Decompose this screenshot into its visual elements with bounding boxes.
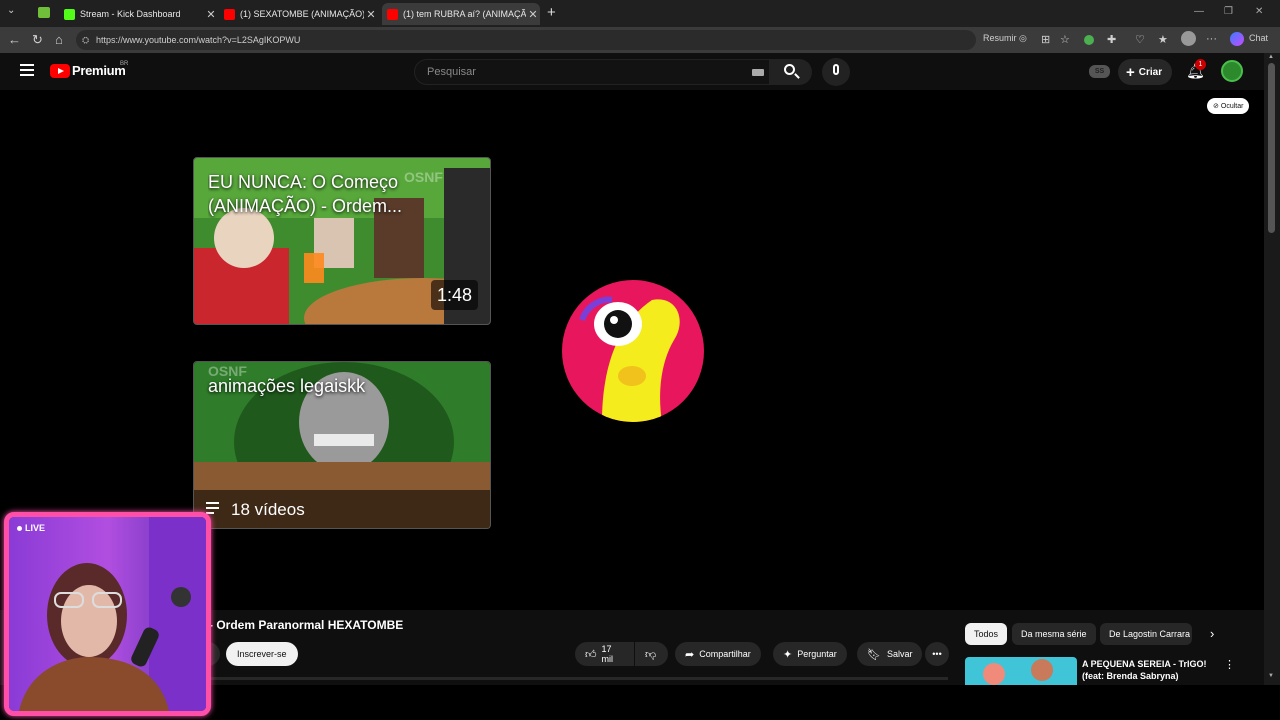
chip-from-channel[interactable]: De Lagostin Carrara <box>1100 623 1192 645</box>
chevron-right-icon[interactable]: › <box>1210 626 1214 641</box>
webcam-overlay: LIVE <box>4 512 211 716</box>
related-video-title[interactable]: A PEQUENA SEREIA - TrIGO! (feat: Brenda … <box>1082 658 1210 682</box>
video-title: - Ordem Paranormal HEXATOMBE <box>209 618 404 632</box>
more-horizontal-icon: ••• <box>932 649 942 659</box>
browser-essentials-icon[interactable]: ♡ <box>1135 33 1145 46</box>
endscreen-video-card[interactable]: OSNF EU NUNCA: O Começo (ANIMAÇÃO) - Ord… <box>193 157 491 325</box>
minimize-icon[interactable]: — <box>1194 6 1204 17</box>
youtube-header: Premium BR Pesquisar SS + Criar 🔔︎ 1 <box>0 53 1264 90</box>
page-scrollbar[interactable]: ▲ ▼ <box>1264 53 1280 685</box>
endscreen-video-title: EU NUNCA: O Começo (ANIMAÇÃO) - Ordem... <box>208 172 403 216</box>
close-tab-icon[interactable]: ✕ <box>364 8 378 21</box>
scrollbar-thumb[interactable] <box>1268 63 1275 233</box>
live-badge: LIVE <box>17 523 45 533</box>
save-button[interactable]: 🔖︎ Salvar <box>857 642 923 666</box>
playlist-icon <box>206 502 219 514</box>
profile-chip[interactable]: SS <box>1089 65 1110 78</box>
dislike-button[interactable]: 👎︎ <box>635 642 668 666</box>
address-bar-row: ← ↻ ⌂ ⛭ https://www.youtube.com/watch?v=… <box>0 27 1280 53</box>
new-tab-button[interactable]: + <box>547 4 556 21</box>
youtube-logo-text[interactable]: Premium <box>72 63 126 78</box>
copilot-icon[interactable] <box>1230 32 1244 46</box>
share-arrow-icon: ➦ <box>685 648 695 661</box>
tab-kick-dashboard[interactable]: Stream - Kick Dashboard ✕ <box>64 3 218 25</box>
menu-icon[interactable] <box>20 64 34 76</box>
extensions-puzzle-icon[interactable]: ✚ <box>1107 33 1116 46</box>
chip-same-series[interactable]: Da mesma série <box>1012 623 1096 645</box>
chat-button[interactable]: Chat <box>1249 33 1268 43</box>
playlist-video-count: 18 vídeos <box>231 500 305 519</box>
region-code: BR <box>120 61 129 67</box>
scroll-down-arrow-icon[interactable]: ▼ <box>1268 673 1274 679</box>
restore-icon[interactable]: ❐ <box>1224 6 1233 17</box>
bookmark-icon: 🔖︎ <box>867 648 881 661</box>
thumbs-down-icon: 👎︎ <box>645 648 657 661</box>
summarize-icon: ◎ <box>1019 33 1027 43</box>
tab-tem-rubra[interactable]: (1) tem RUBRA aí? (ANIMAÇÃO) - ✕ <box>382 3 540 25</box>
url-field[interactable]: ⛭ https://www.youtube.com/watch?v=L2SAgI… <box>76 30 976 50</box>
profile-avatar[interactable] <box>1181 31 1196 46</box>
youtube-favicon-icon <box>224 8 235 20</box>
close-tab-icon[interactable]: ✕ <box>526 8 540 21</box>
extension-icon[interactable] <box>1084 35 1094 45</box>
more-actions-button[interactable]: ••• <box>925 642 949 666</box>
hide-button[interactable]: ⊘ Ocultar <box>1207 98 1250 114</box>
close-window-icon[interactable]: ✕ <box>1255 6 1263 17</box>
refresh-icon[interactable]: ↻ <box>32 32 43 48</box>
webcam-feed <box>9 517 206 711</box>
site-info-icon[interactable]: ⛭ <box>82 30 89 50</box>
thumbs-up-icon: 👍︎ <box>585 648 597 661</box>
youtube-logo-icon[interactable] <box>50 64 70 78</box>
microphone-icon <box>833 64 839 75</box>
live-dot-icon <box>17 525 22 531</box>
like-button[interactable]: 👍︎ 17 mil <box>575 642 634 666</box>
youtube-favicon-icon <box>387 8 398 20</box>
share-button[interactable]: ➦ Compartilhar <box>675 642 761 666</box>
more-options-icon[interactable]: ··· <box>1206 33 1217 45</box>
back-icon[interactable]: ← <box>8 32 21 47</box>
search-input[interactable]: Pesquisar <box>414 59 770 85</box>
summarize-button[interactable]: Resumir ◎ <box>983 33 1027 44</box>
account-avatar[interactable] <box>1221 60 1243 82</box>
divider <box>205 677 948 680</box>
subscribe-button[interactable]: Inscrever-se <box>226 642 298 666</box>
workspaces-icon[interactable] <box>38 7 50 18</box>
kick-favicon-icon <box>64 8 75 20</box>
search-button[interactable] <box>770 59 812 85</box>
voice-search-button[interactable] <box>822 58 850 86</box>
home-icon[interactable]: ⌂ <box>55 32 63 47</box>
chip-all[interactable]: Todos <box>965 623 1008 645</box>
channel-subscribe-avatar[interactable] <box>562 280 704 422</box>
related-video-thumbnail[interactable] <box>965 657 1077 685</box>
scroll-up-arrow-icon[interactable]: ▲ <box>1268 54 1274 60</box>
plus-icon: + <box>1126 63 1135 81</box>
endscreen-playlist-card[interactable]: OSNF animações legaiskk 18 vídeos <box>193 361 491 529</box>
keyboard-icon[interactable] <box>752 69 764 76</box>
channel-mascot-image <box>579 296 680 422</box>
favorites-icon[interactable]: ★ <box>1158 33 1168 46</box>
sparkle-icon: ✦ <box>783 648 793 661</box>
ask-button[interactable]: ✦ Perguntar <box>773 642 847 666</box>
create-button[interactable]: + Criar <box>1118 59 1173 85</box>
tab-sexatombe[interactable]: (1) SEXATOMBE (ANIMAÇÃO) - Or ✕ <box>224 3 378 25</box>
video-duration: 1:48 <box>430 280 478 310</box>
browser-tab-strip: ⌄ Stream - Kick Dashboard ✕ (1) SEXATOMB… <box>0 0 1280 27</box>
related-more-icon[interactable]: ⋮ <box>1224 658 1235 671</box>
endscreen-playlist-title: animações legaiskk <box>208 376 366 396</box>
search-icon <box>784 64 795 75</box>
close-tab-icon[interactable]: ✕ <box>204 8 218 21</box>
eye-off-icon: ⊘ <box>1213 103 1219 110</box>
notification-count-badge: 1 <box>1195 59 1206 70</box>
app-icon[interactable]: ⊞ <box>1041 33 1050 46</box>
favorite-star-icon[interactable]: ☆ <box>1060 33 1070 46</box>
tab-list-chevron-icon[interactable]: ⌄ <box>7 5 15 16</box>
